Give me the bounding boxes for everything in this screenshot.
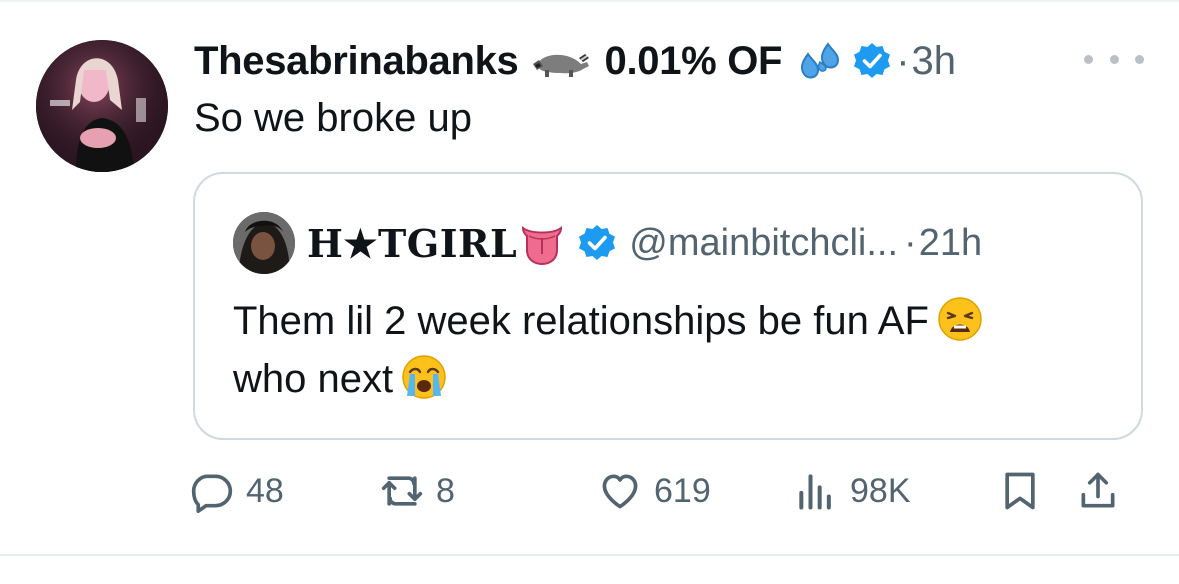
quoted-text-line1: Them lil 2 week relationships be fun AF (233, 299, 929, 343)
more-dot (1135, 54, 1144, 64)
like-button[interactable]: 619 (598, 466, 711, 516)
views-button[interactable]: 98K (794, 466, 911, 516)
verified-badge-icon[interactable] (852, 41, 892, 81)
like-count: 619 (654, 471, 711, 510)
quoted-verified-badge-icon[interactable] (577, 223, 617, 263)
retweet-button[interactable]: 8 (380, 466, 455, 516)
views-chart-icon (799, 474, 831, 510)
quoted-text: Them lil 2 week relationships be fun AF … (233, 292, 1113, 408)
share-icon (1081, 472, 1115, 508)
retweet-icon (381, 476, 423, 506)
quoted-text-line2: who next (233, 357, 394, 401)
tweet-actions: 48 8 619 98K (190, 466, 1150, 516)
sweat-droplets-icon (796, 40, 842, 82)
reply-count: 48 (246, 471, 284, 510)
quoted-timestamp[interactable]: 21h (919, 222, 982, 265)
author-name-suffix[interactable]: 0.01% OF (605, 39, 783, 84)
heart-icon (602, 474, 638, 509)
quoted-header: H★TGIRL @mainbitchcli... · 21h (307, 218, 982, 268)
bottom-divider (0, 554, 1179, 556)
quoted-author-avatar[interactable] (233, 212, 295, 274)
bookmark-icon (1005, 472, 1035, 510)
top-divider (0, 0, 1179, 2)
header-separator: · (896, 38, 910, 83)
tongue-icon (519, 220, 565, 266)
quoted-tweet[interactable]: H★TGIRL @mainbitchcli... · 21h Them lil … (193, 172, 1143, 440)
views-count: 98K (850, 471, 911, 510)
more-dot (1084, 54, 1093, 64)
retweet-count: 8 (436, 471, 455, 510)
quoted-handle[interactable]: @mainbitchcli... (629, 222, 898, 265)
quoted-display-name[interactable]: H★TGIRL (307, 221, 517, 266)
more-options-icon[interactable] (1084, 52, 1144, 66)
weary-face-icon (937, 296, 983, 342)
bookmark-button[interactable] (998, 466, 1042, 516)
tweet-timestamp[interactable]: 3h (912, 39, 957, 84)
loudly-crying-face-icon (401, 354, 447, 400)
reply-button[interactable]: 48 (190, 466, 284, 516)
author-display-name[interactable]: Thesabrinabanks (194, 39, 519, 84)
raccoon-icon (531, 44, 591, 78)
share-button[interactable] (1076, 466, 1120, 516)
author-avatar[interactable] (36, 40, 168, 172)
more-dot (1109, 54, 1119, 64)
reply-icon (191, 474, 233, 513)
tweet-header: Thesabrinabanks 0.01% OF · 3h (194, 36, 956, 86)
quoted-separator: · (904, 221, 917, 264)
tweet-text: So we broke up (194, 96, 472, 140)
tweet[interactable]: Thesabrinabanks 0.01% OF · 3h So we brok… (0, 0, 1179, 584)
